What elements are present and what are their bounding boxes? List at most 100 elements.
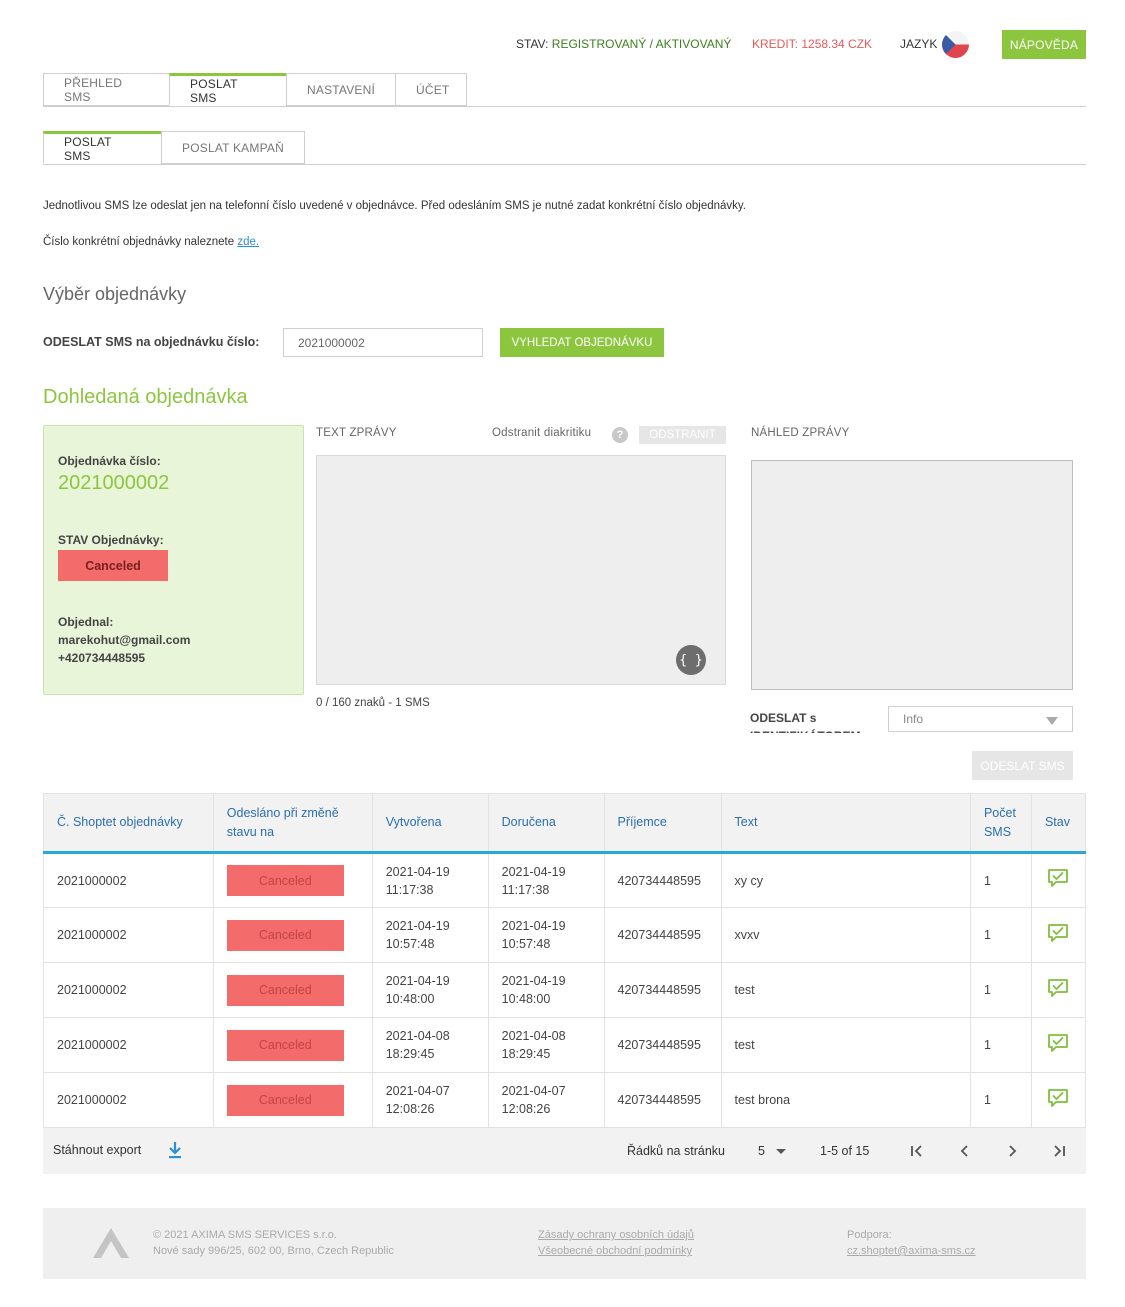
main-tabs: PŘEHLED SMS POSLAT SMS NASTAVENÍ ÚČET [43, 73, 467, 106]
sms-history-table: Č. Shoptet objednávky Odesláno při změně… [43, 793, 1087, 1128]
column-header-order[interactable]: Č. Shoptet objednávky [43, 793, 214, 854]
sender-id-select[interactable]: Info [888, 706, 1073, 732]
cell-recipient: 420734448595 [603, 962, 721, 1018]
download-icon[interactable] [167, 1141, 183, 1162]
cell-recipient: 420734448595 [603, 852, 721, 908]
order-number-input[interactable]: 2021000002 [283, 328, 483, 357]
braces-icon[interactable]: { } [676, 645, 706, 675]
export-label[interactable]: Stáhnout export [53, 1143, 141, 1157]
table-row: 2021000002 Canceled 2021-04-19 10:48:00 2… [43, 962, 1087, 1018]
delivered-date: 2021-04-08 [501, 1029, 566, 1043]
search-order-button[interactable]: VYHLEDAT OBJEDNÁVKU [500, 328, 664, 357]
czech-flag-icon[interactable] [942, 31, 969, 58]
message-check-icon[interactable] [1047, 868, 1069, 888]
created-date: 2021-04-08 [385, 1029, 450, 1043]
subtab-send-sms[interactable]: POSLAT SMS [43, 131, 161, 164]
cell-state [1030, 1017, 1087, 1073]
created-date: 2021-04-19 [385, 974, 450, 988]
cell-order: 2021000002 [43, 852, 214, 908]
character-counter: 0 / 160 znaků - 1 SMS [316, 697, 430, 709]
cell-delivered: 2021-04-19 10:48:00 [487, 962, 605, 1018]
last-page-icon[interactable] [1051, 1143, 1067, 1162]
status-badge: Canceled [226, 865, 344, 896]
delivered-date: 2021-04-07 [501, 1084, 566, 1098]
column-header-text[interactable]: Text [720, 793, 971, 854]
privacy-policy-link[interactable]: Zásady ochrany osobních údajů [538, 1227, 694, 1243]
tab-send-sms[interactable]: POSLAT SMS [169, 73, 286, 106]
created-time: 18:29:45 [385, 1047, 435, 1061]
message-check-icon[interactable] [1047, 1033, 1069, 1053]
terms-link[interactable]: Všeobecné obchodní podmínky [538, 1243, 694, 1259]
company-info: © 2021 AXIMA SMS SERVICES s.r.o. Nové sa… [153, 1227, 394, 1259]
delivered-time: 11:17:38 [501, 882, 550, 897]
support-email-link[interactable]: cz.shoptet@axima-sms.cz [847, 1243, 976, 1259]
cell-text: test brona [720, 1072, 971, 1128]
next-page-icon[interactable] [1004, 1143, 1020, 1162]
cell-order: 2021000002 [43, 1017, 214, 1073]
cell-recipient: 420734448595 [603, 1017, 721, 1073]
message-text-label: TEXT ZPRÁVY [316, 427, 397, 439]
remove-diacritics-label: Odstranit diakritiku [492, 427, 592, 439]
cell-order: 2021000002 [43, 1072, 214, 1128]
message-preview-label: NÁHLED ZPRÁVY [751, 427, 850, 439]
company-address: Nové sady 996/25, 602 00, Brno, Czech Re… [153, 1245, 394, 1257]
column-header-sms-count[interactable]: Počet SMS [969, 793, 1032, 854]
cell-status: Canceled [212, 907, 373, 963]
info-text: Jednotlivou SMS lze odeslat jen na telef… [43, 200, 746, 212]
cell-created: 2021-04-08 18:29:45 [371, 1017, 489, 1073]
created-time: 10:48:00 [385, 992, 435, 1006]
order-selection-title: Výběr objednávky [43, 284, 187, 304]
copyright: © 2021 AXIMA SMS SERVICES s.r.o. [153, 1229, 337, 1241]
column-header-sent-on-status[interactable]: Odesláno při změně stavu na [212, 793, 373, 854]
cell-status: Canceled [212, 852, 373, 908]
message-check-icon[interactable] [1047, 1088, 1069, 1108]
order-number-caption: Objednávka číslo: [58, 454, 161, 468]
tab-account[interactable]: ÚČET [395, 73, 467, 106]
cell-created: 2021-04-19 10:57:48 [371, 907, 489, 963]
sender-id-value: Info [903, 712, 924, 726]
sender-id-label: ODESLAT s IDENTIFIKÁTOREM: [750, 711, 864, 733]
support-info: Podpora: cz.shoptet@axima-sms.cz [847, 1227, 976, 1259]
cell-sms-count: 1 [969, 907, 1032, 963]
remove-diacritics-button[interactable]: ODSTRANIT [639, 426, 726, 444]
message-check-icon[interactable] [1047, 923, 1069, 943]
order-number-label: ODESLAT SMS na objednávku číslo: [43, 335, 260, 349]
cell-status: Canceled [212, 1017, 373, 1073]
help-button[interactable]: NÁPOVĚDA [1002, 30, 1086, 59]
cell-state [1030, 852, 1087, 908]
message-check-icon[interactable] [1047, 978, 1069, 998]
column-header-delivered[interactable]: Doručena [487, 793, 605, 854]
cell-delivered: 2021-04-08 18:29:45 [487, 1017, 605, 1073]
rows-per-page-select[interactable]: 5 [758, 1144, 787, 1158]
subtab-send-campaign[interactable]: POSLAT KAMPAŇ [161, 131, 305, 164]
column-header-recipient[interactable]: Příjemce [603, 793, 721, 854]
created-time: 12:08:26 [385, 1102, 435, 1116]
message-textarea[interactable] [316, 455, 726, 685]
page-footer: © 2021 AXIMA SMS SERVICES s.r.o. Nové sa… [43, 1208, 1086, 1279]
rows-per-page-label: Řádků na stránku [627, 1144, 725, 1158]
chevron-down-icon [776, 1149, 787, 1155]
table-row: 2021000002 Canceled 2021-04-07 12:08:26 2… [43, 1072, 1087, 1128]
previous-page-icon[interactable] [957, 1143, 973, 1162]
order-state-badge: Canceled [58, 550, 168, 581]
column-header-state[interactable]: Stav [1030, 793, 1087, 854]
tab-settings[interactable]: NASTAVENÍ [286, 73, 395, 106]
cell-recipient: 420734448595 [603, 1072, 721, 1128]
column-header-created[interactable]: Vytvořena [371, 793, 489, 854]
delivered-date: 2021-04-19 [501, 919, 566, 933]
account-status: STAV: REGISTROVANÝ / AKTIVOVANÝ [516, 37, 731, 51]
cell-order: 2021000002 [43, 907, 214, 963]
order-number: 2021000002 [58, 472, 170, 494]
help-question-icon[interactable]: ? [612, 427, 628, 443]
send-sms-button[interactable]: ODESLAT SMS [972, 751, 1073, 780]
credit-balance: KREDIT: 1258.34 CZK [752, 37, 873, 51]
cell-sms-count: 1 [969, 962, 1032, 1018]
tab-sms-overview[interactable]: PŘEHLED SMS [43, 73, 169, 106]
status-badge: Canceled [226, 919, 344, 951]
first-page-icon[interactable] [909, 1143, 925, 1162]
cell-text: xvxv [720, 907, 971, 963]
page-range: 1-5 of 15 [820, 1144, 870, 1158]
delivered-time: 12:08:26 [501, 1102, 551, 1116]
cell-sms-count: 1 [969, 1072, 1032, 1128]
order-hint-link[interactable]: zde. [237, 236, 259, 248]
